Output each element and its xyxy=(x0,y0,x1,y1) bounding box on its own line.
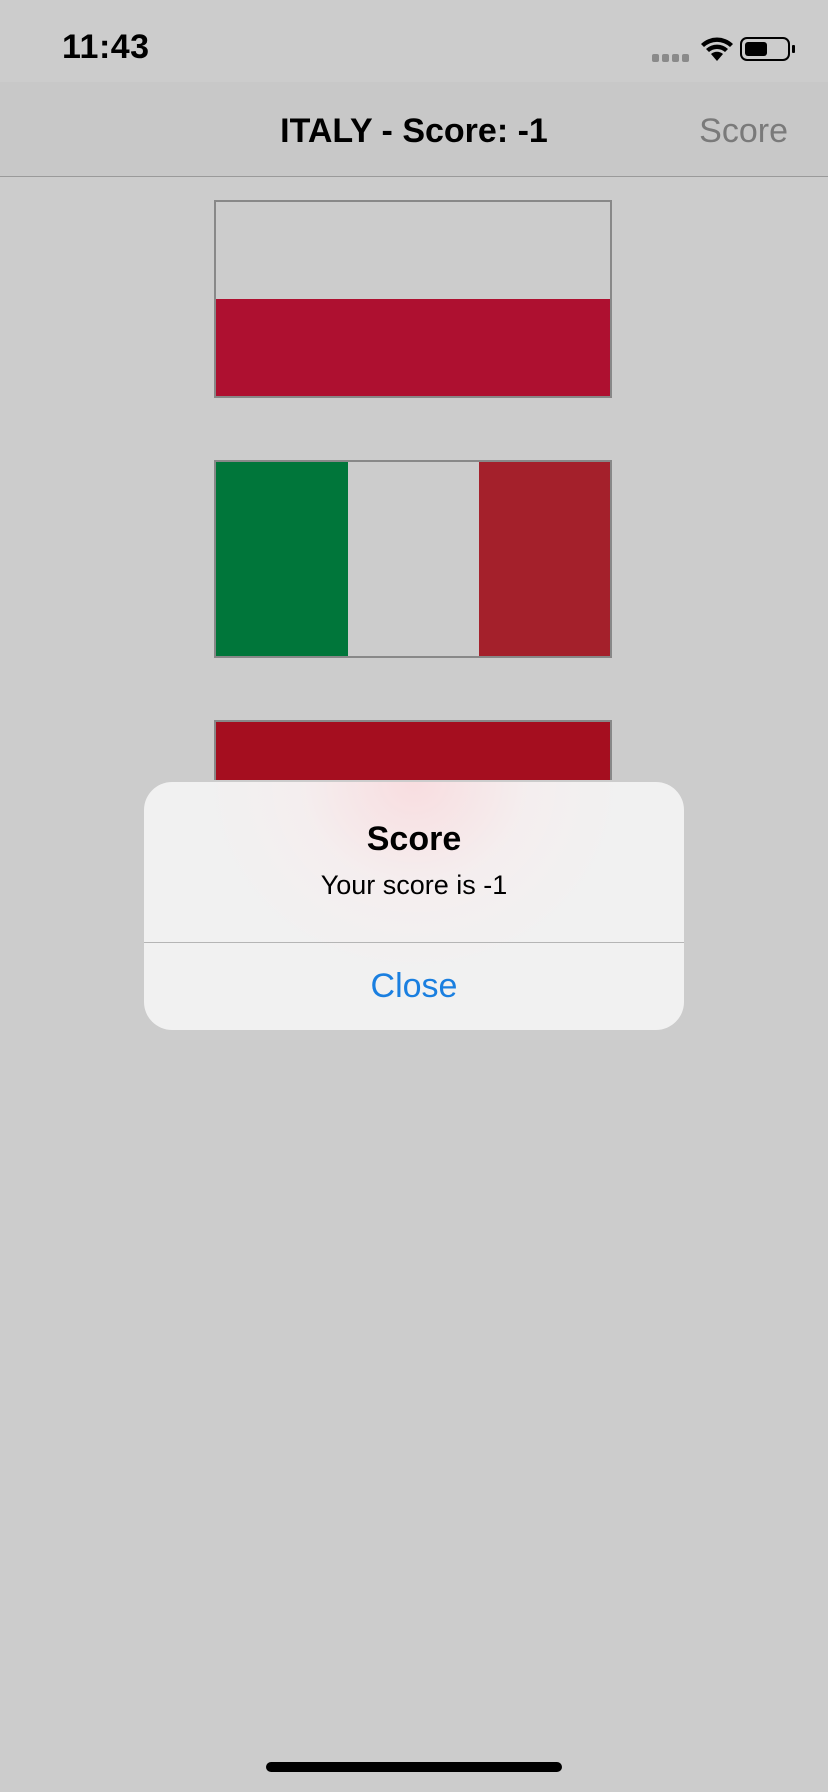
alert-message: Your score is -1 xyxy=(320,870,508,900)
close-button[interactable]: Close xyxy=(144,943,684,1030)
score-alert: Score Your score is -1 Close xyxy=(144,782,684,1030)
alert-title: Score xyxy=(366,820,462,858)
home-indicator[interactable] xyxy=(266,1762,562,1772)
